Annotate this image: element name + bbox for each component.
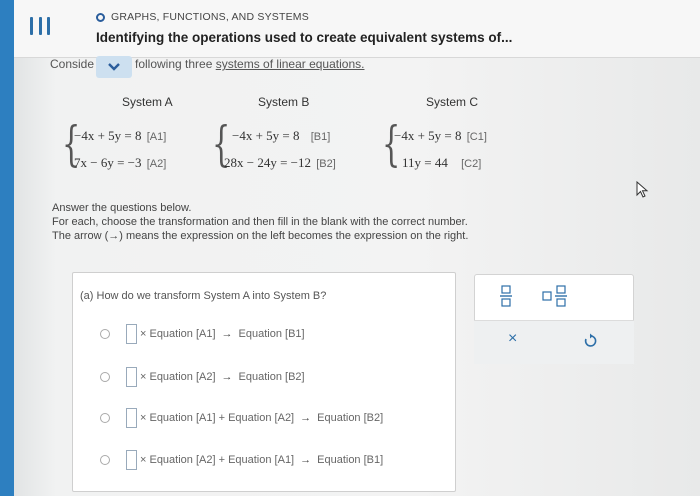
instructions-line-3: The arrow (→) means the expression on th…	[52, 230, 469, 242]
option-3-blank-input[interactable]	[126, 408, 137, 428]
breadcrumb: GRAPHS, FUNCTIONS, AND SYSTEMS	[96, 11, 309, 23]
system-c-eq2: 11y = 44 [C2]	[402, 155, 482, 170]
option-2-blank-input[interactable]	[126, 367, 137, 387]
clear-button[interactable]: ×	[508, 330, 517, 348]
header	[14, 0, 700, 58]
instructions: Answer the questions below. For each, ch…	[52, 201, 468, 243]
option-1-text: × Equation [A1] → Equation [B1]	[140, 328, 305, 340]
option-1[interactable]: × Equation [A1] → Equation [B1]	[100, 324, 305, 344]
intro-prefix-wrap: Conside	[50, 57, 98, 71]
breadcrumb-text: GRAPHS, FUNCTIONS, AND SYSTEMS	[111, 11, 309, 23]
system-c-brace: {	[382, 120, 400, 178]
option-4-blank-input[interactable]	[126, 450, 137, 470]
system-b-eq1: −4x + 5y = 8 [B1]	[232, 128, 331, 143]
system-a-brace: {	[62, 120, 80, 178]
page-title: Identifying the operations used to creat…	[96, 30, 513, 45]
option-1-radio[interactable]	[100, 329, 110, 339]
system-c-label: System C	[426, 95, 479, 109]
option-4-text: × Equation [A2] + Equation [A1] → Equation…	[140, 454, 384, 466]
system-b-eq2: 28x − 24y = −12 [B2]	[224, 155, 336, 170]
option-2-text: × Equation [A2] → Equation [B2]	[140, 371, 305, 383]
option-3-text: × Equation [A1] + Equation [A2] → Equation…	[140, 412, 384, 424]
option-3[interactable]: × Equation [A1] + Equation [A2] → Equation…	[100, 408, 383, 428]
intro-text: following three systems of linear equati…	[135, 57, 364, 71]
answer-tools-footer	[474, 320, 634, 364]
question-label: (a) How do we transform System A into Sy…	[80, 290, 327, 302]
undo-icon[interactable]	[582, 333, 598, 349]
system-a-eq1: −4x + 5y = 8 [A1]	[74, 128, 167, 143]
option-4[interactable]: × Equation [A2] + Equation [A1] → Equation…	[100, 450, 383, 470]
menu-icon[interactable]	[30, 17, 50, 35]
instructions-line-2: For each, choose the transformation and …	[52, 216, 468, 228]
mouse-cursor-icon	[636, 181, 649, 198]
intro-prefix: Conside	[50, 57, 95, 71]
chevron-down-icon	[108, 63, 120, 71]
systems-link[interactable]: systems of linear equations.	[216, 57, 365, 71]
option-1-blank-input[interactable]	[126, 324, 137, 344]
fraction-icon[interactable]	[498, 284, 514, 308]
system-a-eq2: 7x − 6y = −3 [A2]	[74, 155, 167, 170]
expand-dropdown-button[interactable]	[96, 56, 132, 78]
breadcrumb-dot-icon	[96, 12, 105, 22]
intro-post-text: following three	[135, 57, 216, 71]
instructions-line-1: Answer the questions below.	[52, 202, 192, 214]
system-a-label: System A	[122, 95, 173, 109]
left-rail	[0, 0, 14, 496]
option-2[interactable]: × Equation [A2] → Equation [B2]	[100, 367, 305, 387]
system-b-label: System B	[258, 95, 310, 109]
option-3-radio[interactable]	[100, 413, 110, 423]
mixed-number-icon[interactable]	[542, 284, 570, 308]
system-b-brace: {	[212, 120, 230, 178]
option-4-radio[interactable]	[100, 455, 110, 465]
system-c-eq1: −4x + 5y = 8 [C1]	[394, 128, 487, 143]
option-2-radio[interactable]	[100, 372, 110, 382]
